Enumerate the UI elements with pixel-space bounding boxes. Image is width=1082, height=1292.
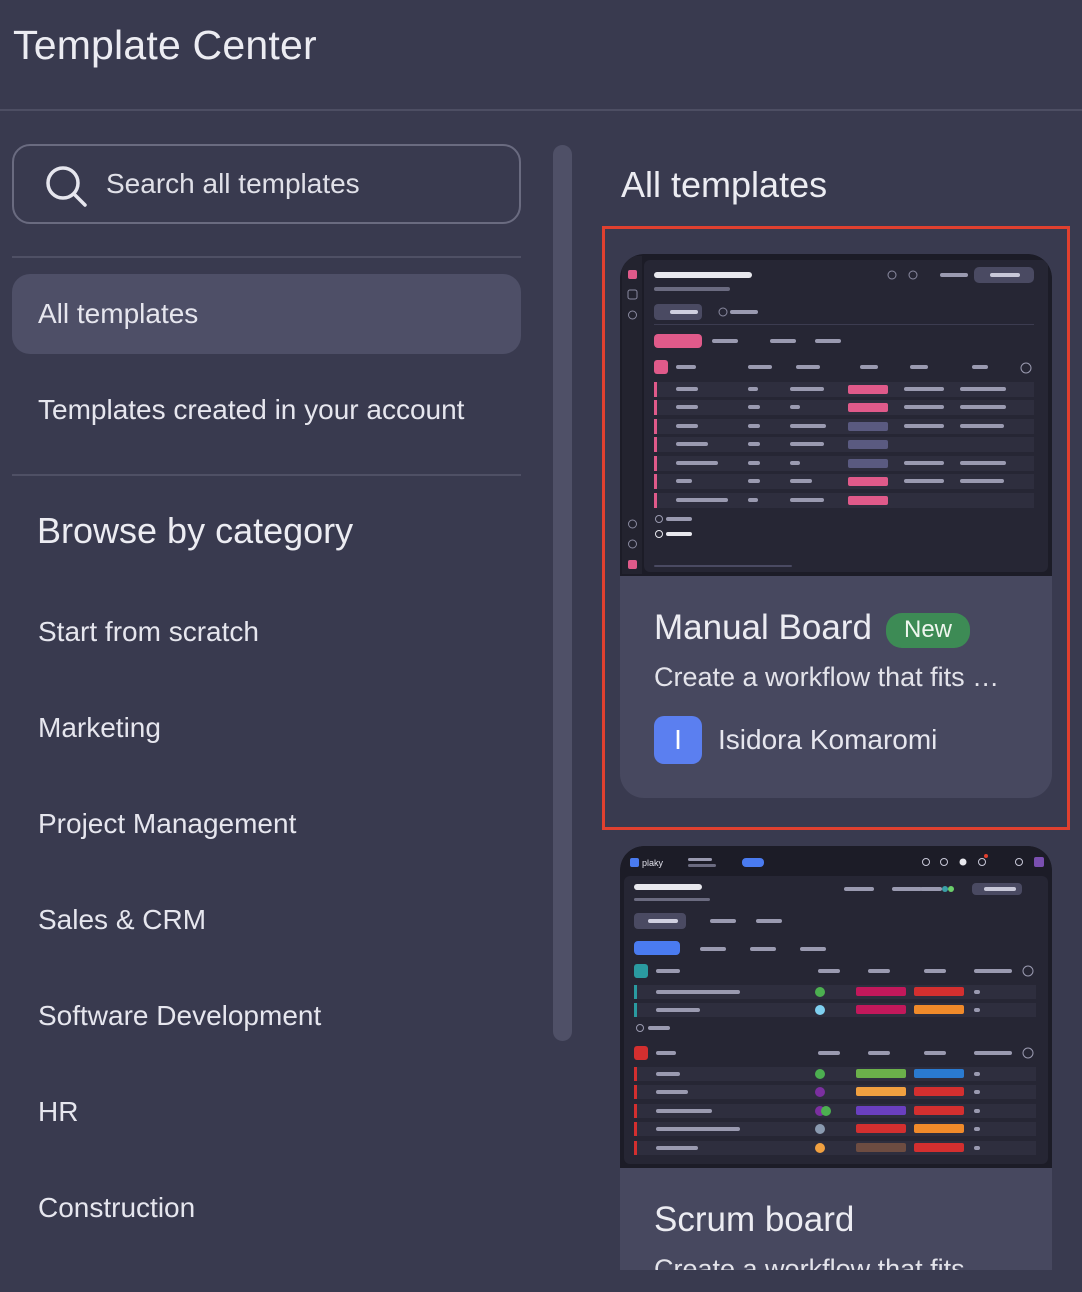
category-sales-crm[interactable]: Sales & CRM [38, 904, 206, 936]
nav-label: Templates created in your account [38, 394, 465, 425]
card-thumbnail [620, 254, 1052, 576]
category-construction[interactable]: Construction [38, 1192, 195, 1224]
search-input[interactable] [106, 146, 506, 222]
header: Template Center [0, 0, 1082, 111]
sidebar-scrollbar[interactable] [553, 145, 572, 1041]
category-section-title: Browse by category [37, 510, 354, 551]
thumb-logo-text: plaky [642, 858, 664, 868]
search-box[interactable] [12, 144, 521, 224]
page-title: Template Center [13, 22, 317, 68]
card-description: Create a workflow that fits ... [654, 1254, 995, 1270]
nav-account-templates[interactable]: Templates created in your account [12, 370, 521, 450]
template-card-manual-board[interactable]: Manual Board New Create a workflow that … [620, 254, 1052, 798]
template-card-scrum-board[interactable]: plaky Scrum board Create a workflow that… [620, 846, 1052, 1270]
divider [12, 256, 521, 258]
card-author: Isidora Komaromi [718, 724, 938, 755]
nav-all-templates[interactable]: All templates [12, 274, 521, 354]
avatar: I [654, 716, 702, 764]
content-title: All templates [621, 164, 828, 205]
new-badge: New [886, 613, 971, 648]
category-project-management[interactable]: Project Management [38, 808, 296, 840]
category-start-from-scratch[interactable]: Start from scratch [38, 616, 259, 648]
card-description: Create a workflow that fits … [654, 662, 1000, 692]
card-title: Scrum board [654, 1200, 855, 1239]
nav-label: All templates [38, 298, 199, 329]
search-icon [46, 166, 87, 207]
category-marketing[interactable]: Marketing [38, 712, 161, 744]
divider [12, 474, 521, 476]
category-hr[interactable]: HR [38, 1096, 78, 1128]
card-thumbnail: plaky [620, 846, 1052, 1168]
category-software-development[interactable]: Software Development [38, 1000, 321, 1032]
card-title: Manual Board [654, 608, 872, 647]
